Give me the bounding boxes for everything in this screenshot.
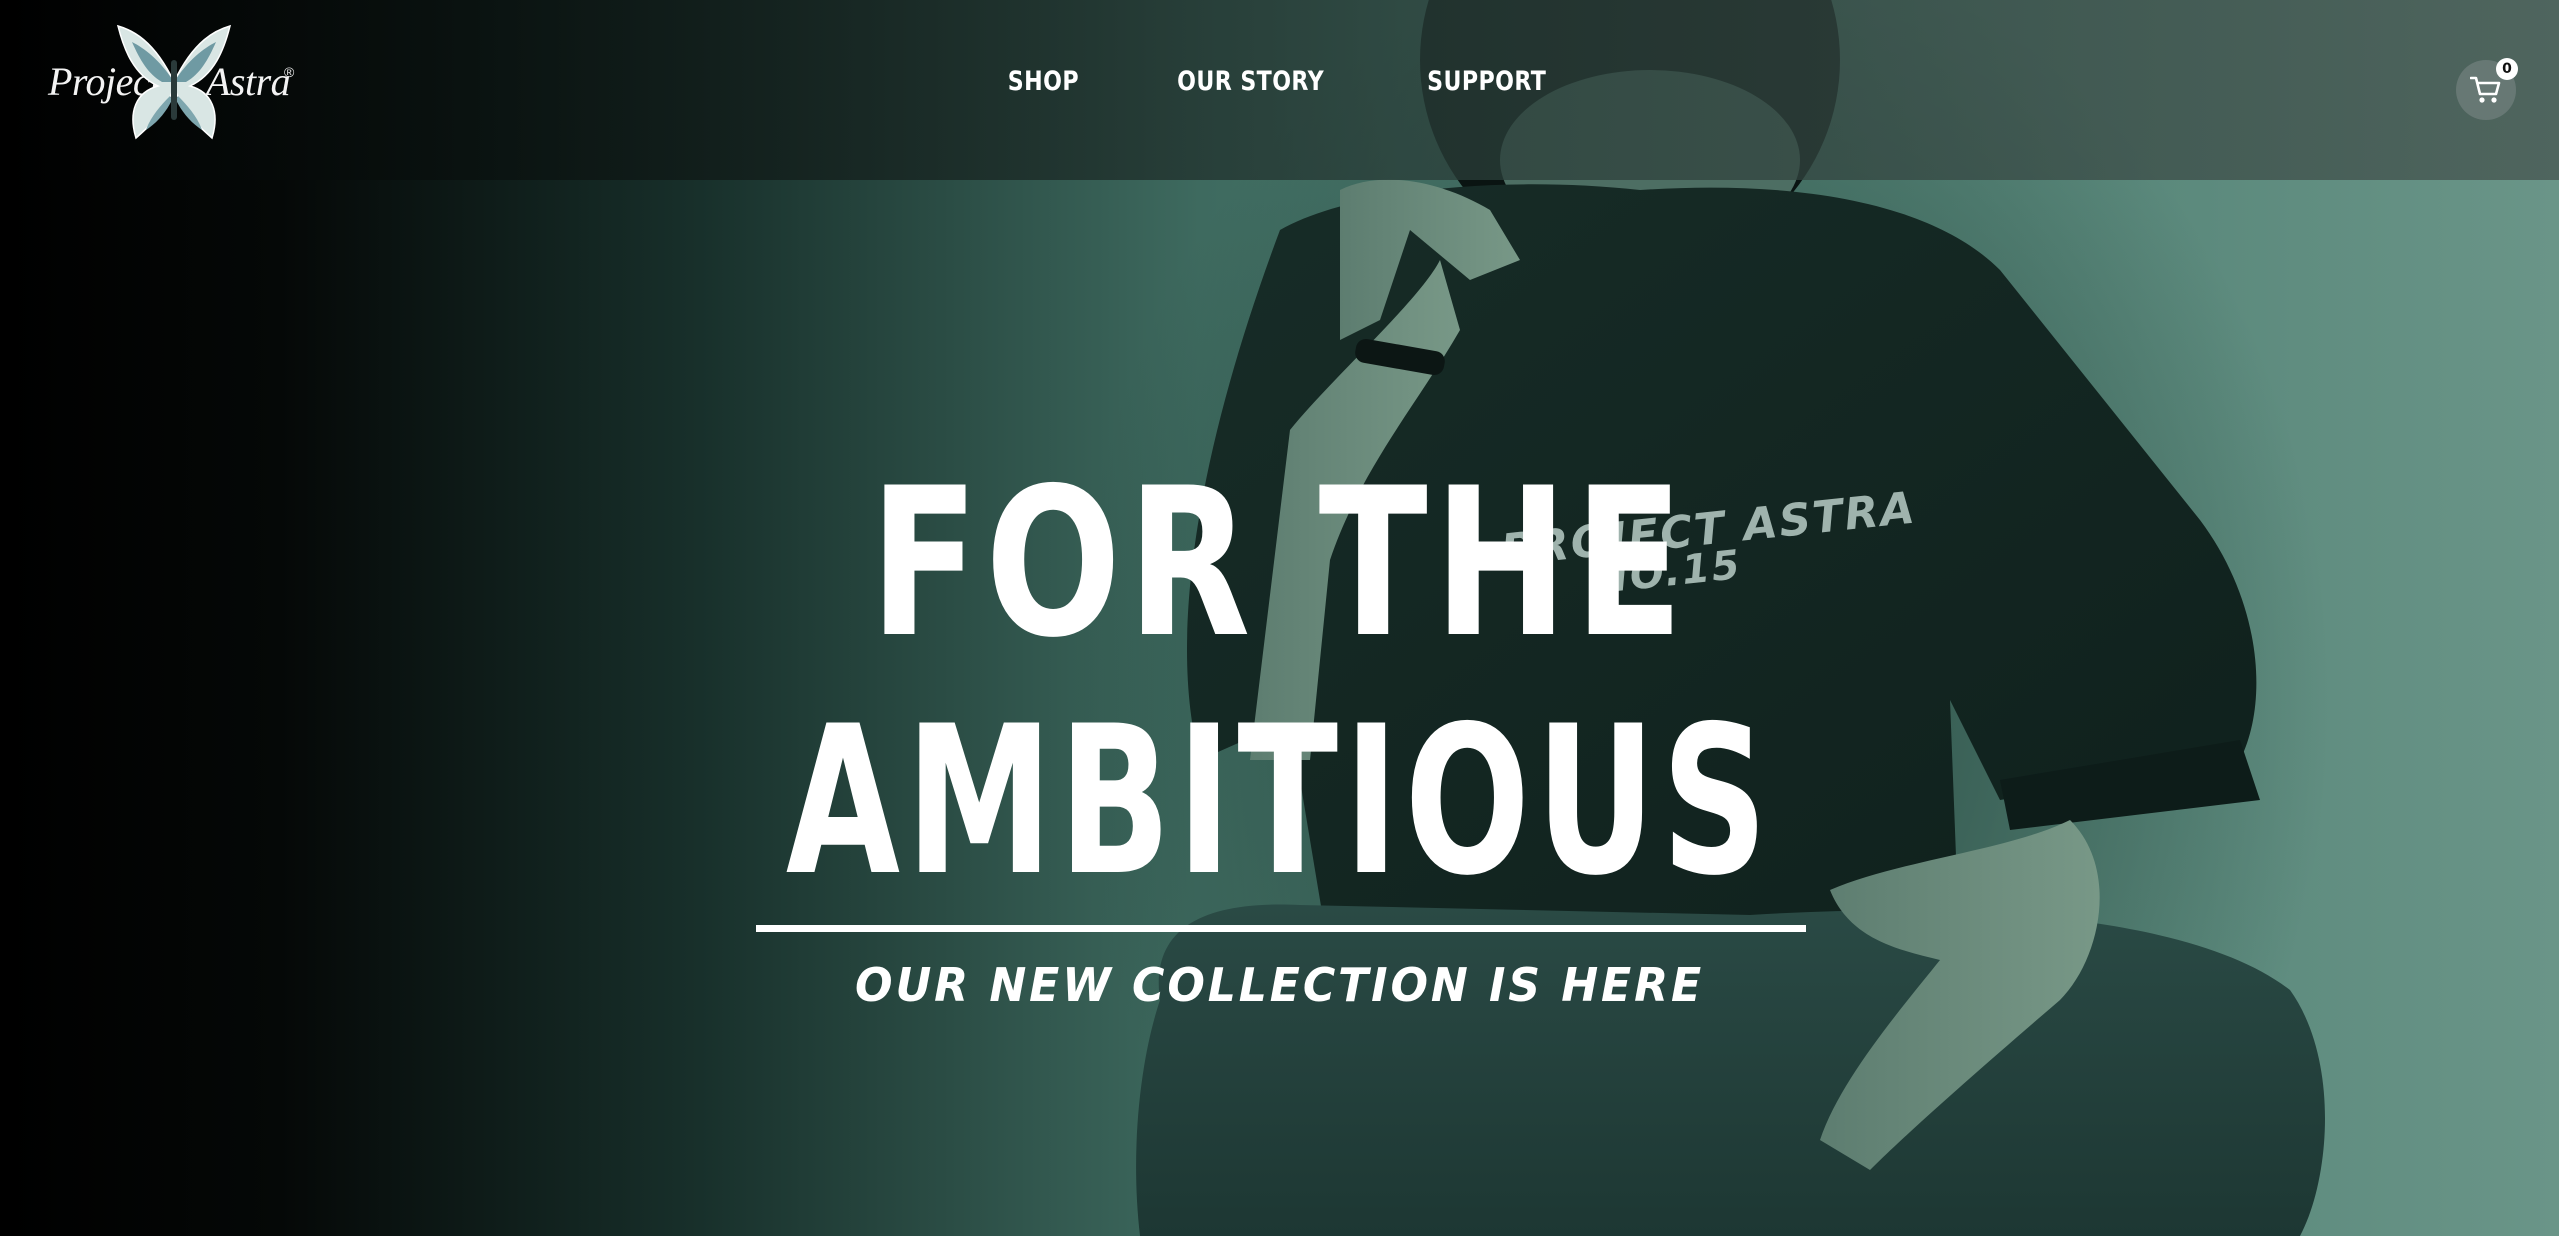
cart-count-badge: 0 <box>2496 58 2518 80</box>
nav-support[interactable]: SUPPORT <box>1427 66 1546 97</box>
hero-headline-line2: AMBITIOUS <box>785 683 1774 921</box>
hero-headline-line1: FOR THE <box>869 445 1690 683</box>
nav-our-story[interactable]: OUR STORY <box>1177 66 1324 97</box>
cart-button[interactable]: 0 <box>2456 58 2518 120</box>
page: PROJECT ASTRA NO.15 Project Astra ® SHOP… <box>0 0 2559 1236</box>
nav-shop[interactable]: SHOP <box>1008 66 1079 97</box>
cart-icon <box>2470 76 2501 103</box>
hero-subheadline[interactable]: OUR NEW COLLECTION IS HERE <box>51 958 2508 1012</box>
main-nav: SHOP OUR STORY SUPPORT <box>0 66 2559 116</box>
hero-divider <box>756 925 1806 932</box>
